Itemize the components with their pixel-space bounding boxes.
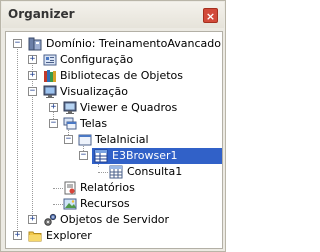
configuration-icon bbox=[43, 54, 57, 66]
server-objects-icon bbox=[44, 213, 57, 226]
tree-node-label: Relatórios bbox=[80, 181, 135, 194]
tree-node-recursos[interactable]: Recursos bbox=[6, 196, 222, 212]
organizer-panel: Organizer × − Domínio: TreinamentoAvanca… bbox=[0, 0, 226, 252]
expand-toggle[interactable]: + bbox=[13, 231, 22, 240]
visualization-icon bbox=[43, 85, 57, 98]
collapse-toggle[interactable]: − bbox=[64, 135, 73, 144]
folder-icon bbox=[28, 231, 42, 242]
collapse-toggle[interactable]: − bbox=[79, 151, 88, 160]
tree-node-explorer[interactable]: + Explorer bbox=[6, 228, 222, 244]
tree-node-e3browser1[interactable]: − E3Browser1 bbox=[6, 148, 222, 164]
panel-title: Organizer bbox=[8, 7, 75, 21]
collapse-toggle[interactable]: − bbox=[13, 39, 22, 48]
query-icon bbox=[109, 165, 123, 179]
tree-line bbox=[53, 204, 63, 205]
title-bar: Organizer × bbox=[2, 2, 224, 28]
browser-icon bbox=[94, 149, 108, 163]
reports-icon bbox=[64, 181, 76, 195]
close-icon[interactable]: × bbox=[203, 8, 218, 23]
tree-node-relatorios[interactable]: Relatórios bbox=[6, 180, 222, 196]
screen-icon bbox=[78, 134, 92, 146]
tree-line bbox=[53, 188, 63, 189]
expand-toggle[interactable]: + bbox=[49, 103, 58, 112]
collapse-toggle[interactable]: − bbox=[28, 87, 37, 96]
tree-node-domain[interactable]: − Domínio: TreinamentoAvancado bbox=[6, 36, 222, 52]
tree-line bbox=[98, 172, 108, 173]
library-icon bbox=[44, 70, 56, 82]
tree-node-label: Configuração bbox=[60, 53, 134, 66]
viewer-icon bbox=[63, 101, 77, 114]
tree-node-label: Bibliotecas de Objetos bbox=[60, 69, 184, 82]
tree-node-label: Viewer e Quadros bbox=[80, 101, 178, 114]
domain-icon bbox=[28, 37, 42, 51]
tree-node-label: Domínio: TreinamentoAvancado bbox=[46, 37, 221, 50]
tree-node-label: Telas bbox=[80, 117, 108, 130]
expand-toggle[interactable]: + bbox=[28, 55, 37, 64]
tree-node-visualizacao[interactable]: − Visualização bbox=[6, 84, 222, 100]
tree-node-bibliotecas[interactable]: + Bibliotecas de Objetos bbox=[6, 68, 222, 84]
tree-node-consulta1[interactable]: Consulta1 bbox=[6, 164, 222, 180]
tree-node-telas[interactable]: − Telas bbox=[6, 116, 222, 132]
tree-node-label: Visualização bbox=[60, 85, 128, 98]
tree-node-label: Explorer bbox=[46, 229, 92, 242]
tree-node-viewer[interactable]: + Viewer e Quadros bbox=[6, 100, 222, 116]
organizer-tree[interactable]: − Domínio: TreinamentoAvancado + Configu… bbox=[5, 31, 223, 249]
tree-node-label: Objetos de Servidor bbox=[60, 213, 170, 226]
tree-node-objetos-servidor[interactable]: + Objetos de Servidor bbox=[6, 212, 222, 228]
collapse-toggle[interactable]: − bbox=[49, 119, 58, 128]
tree-node-telainicial[interactable]: − TelaInicial bbox=[6, 132, 222, 148]
tree-node-label: E3Browser1 bbox=[112, 149, 178, 162]
tree-node-label: Recursos bbox=[80, 197, 130, 210]
tree-node-label: TelaInicial bbox=[95, 133, 149, 146]
screens-icon bbox=[63, 117, 77, 130]
expand-toggle[interactable]: + bbox=[28, 215, 37, 224]
tree-node-configuracao[interactable]: + Configuração bbox=[6, 52, 222, 68]
tree-node-label: Consulta1 bbox=[127, 165, 183, 178]
expand-toggle[interactable]: + bbox=[28, 71, 37, 80]
resources-icon bbox=[63, 198, 77, 210]
